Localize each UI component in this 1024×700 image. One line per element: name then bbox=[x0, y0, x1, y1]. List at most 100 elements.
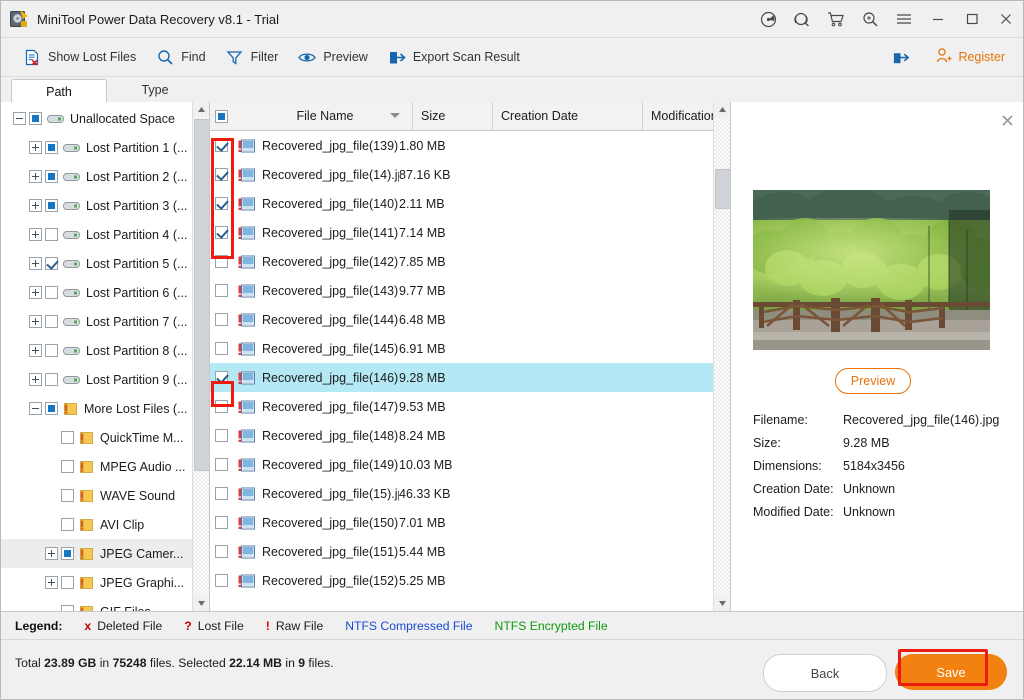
row-checkbox[interactable] bbox=[210, 429, 238, 442]
file-scroll-thumb[interactable] bbox=[715, 169, 730, 209]
column-header-file-name[interactable]: File Name bbox=[238, 102, 412, 130]
show-lost-files-button[interactable]: Show Lost Files bbox=[13, 38, 146, 76]
expand-icon[interactable] bbox=[29, 228, 42, 241]
table-row[interactable]: Recovered_jpg_file(146).... 9.28 MB bbox=[210, 363, 714, 392]
tree-item[interactable]: Lost Partition 2 (... bbox=[1, 162, 209, 191]
tree-item-checkbox[interactable] bbox=[45, 373, 58, 386]
tree-item[interactable]: More Lost Files (... bbox=[1, 394, 209, 423]
tree-item[interactable]: JPEG Graphi... bbox=[1, 568, 209, 597]
filter-button[interactable]: Filter bbox=[216, 38, 289, 76]
scroll-up-arrow[interactable] bbox=[193, 102, 209, 117]
table-row[interactable]: Recovered_jpg_file(142).... 7.85 MB bbox=[210, 247, 714, 276]
table-row[interactable]: Recovered_jpg_file(14).jpg 87.16 KB bbox=[210, 160, 714, 189]
tree-item-checkbox[interactable] bbox=[29, 112, 42, 125]
expand-icon[interactable] bbox=[29, 170, 42, 183]
tree-scrollbar[interactable] bbox=[192, 102, 209, 611]
tree-item[interactable]: Lost Partition 7 (... bbox=[1, 307, 209, 336]
preview-image-button[interactable]: Preview bbox=[835, 368, 911, 394]
maximize-button[interactable] bbox=[955, 2, 989, 36]
menu-icon[interactable] bbox=[887, 2, 921, 36]
row-checkbox[interactable] bbox=[210, 371, 238, 384]
expand-icon[interactable] bbox=[45, 547, 58, 560]
expand-icon[interactable] bbox=[29, 257, 42, 270]
tree-item-checkbox[interactable] bbox=[45, 315, 58, 328]
table-row[interactable]: Recovered_jpg_file(140).... 2.11 MB bbox=[210, 189, 714, 218]
table-row[interactable]: Recovered_jpg_file(151).... 5.44 MB bbox=[210, 537, 714, 566]
tree-item-checkbox[interactable] bbox=[45, 228, 58, 241]
tree-item[interactable]: Lost Partition 5 (... bbox=[1, 249, 209, 278]
export-scan-result-button[interactable]: Export Scan Result bbox=[378, 38, 530, 76]
tree-scroll-track[interactable] bbox=[193, 117, 209, 596]
row-checkbox[interactable] bbox=[210, 516, 238, 529]
expand-icon[interactable] bbox=[45, 576, 58, 589]
table-row[interactable]: Recovered_jpg_file(143).... 9.77 MB bbox=[210, 276, 714, 305]
tree-item[interactable]: QuickTime M... bbox=[1, 423, 209, 452]
tree-item-checkbox[interactable] bbox=[61, 460, 74, 473]
close-button[interactable] bbox=[989, 2, 1023, 36]
row-checkbox[interactable] bbox=[210, 255, 238, 268]
expand-icon[interactable] bbox=[29, 344, 42, 357]
table-row[interactable]: Recovered_jpg_file(144).... 6.48 MB bbox=[210, 305, 714, 334]
column-header-size[interactable]: Size bbox=[412, 102, 492, 130]
tree-item-checkbox[interactable] bbox=[61, 431, 74, 444]
file-scroll-track[interactable] bbox=[714, 117, 730, 596]
close-icon[interactable] bbox=[999, 112, 1015, 128]
expand-icon[interactable] bbox=[29, 373, 42, 386]
row-checkbox[interactable] bbox=[210, 197, 238, 210]
tree-item[interactable]: WAVE Sound bbox=[1, 481, 209, 510]
table-row[interactable]: Recovered_jpg_file(152).... 5.25 MB bbox=[210, 566, 714, 595]
column-header-creation-date[interactable]: Creation Date bbox=[492, 102, 642, 130]
expand-icon[interactable] bbox=[29, 286, 42, 299]
row-checkbox[interactable] bbox=[210, 226, 238, 239]
expand-icon[interactable] bbox=[29, 199, 42, 212]
scroll-down-arrow[interactable] bbox=[714, 596, 730, 611]
tree-scroll-thumb[interactable] bbox=[194, 119, 209, 471]
tree-item-checkbox[interactable] bbox=[45, 257, 58, 270]
cart-icon[interactable] bbox=[819, 2, 853, 36]
tree-item[interactable]: Lost Partition 9 (... bbox=[1, 365, 209, 394]
disk-scan-icon[interactable] bbox=[751, 2, 785, 36]
tree-item[interactable]: JPEG Camer... bbox=[1, 539, 209, 568]
row-checkbox[interactable] bbox=[210, 458, 238, 471]
share-button[interactable] bbox=[882, 38, 927, 76]
preview-button[interactable]: Preview bbox=[288, 38, 377, 76]
tree-item-checkbox[interactable] bbox=[45, 402, 58, 415]
row-checkbox[interactable] bbox=[210, 139, 238, 152]
tree-item[interactable]: Lost Partition 4 (... bbox=[1, 220, 209, 249]
tree-item-checkbox[interactable] bbox=[61, 518, 74, 531]
tree-item[interactable]: AVI Clip bbox=[1, 510, 209, 539]
support-icon[interactable] bbox=[785, 2, 819, 36]
tree-item[interactable]: Unallocated Space bbox=[1, 104, 209, 133]
tree-item-checkbox[interactable] bbox=[45, 170, 58, 183]
row-checkbox[interactable] bbox=[210, 168, 238, 181]
table-row[interactable]: Recovered_jpg_file(139).... 1.80 MB bbox=[210, 131, 714, 160]
row-checkbox[interactable] bbox=[210, 574, 238, 587]
table-row[interactable]: Recovered_jpg_file(147).... 9.53 MB bbox=[210, 392, 714, 421]
table-row[interactable]: Recovered_jpg_file(141).... 7.14 MB bbox=[210, 218, 714, 247]
tree-item-checkbox[interactable] bbox=[45, 199, 58, 212]
scroll-up-arrow[interactable] bbox=[714, 102, 730, 117]
row-checkbox[interactable] bbox=[210, 284, 238, 297]
tree-item[interactable]: MPEG Audio ... bbox=[1, 452, 209, 481]
table-row[interactable]: Recovered_jpg_file(148).... 8.24 MB bbox=[210, 421, 714, 450]
magnifier-icon[interactable] bbox=[853, 2, 887, 36]
tree-item-checkbox[interactable] bbox=[45, 141, 58, 154]
tab-type[interactable]: Type bbox=[107, 78, 203, 103]
file-list-scrollbar[interactable] bbox=[713, 102, 730, 611]
table-row[interactable]: Recovered_jpg_file(150).... 7.01 MB bbox=[210, 508, 714, 537]
tree-item[interactable]: Lost Partition 8 (... bbox=[1, 336, 209, 365]
row-checkbox[interactable] bbox=[210, 313, 238, 326]
back-button[interactable]: Back bbox=[763, 654, 887, 692]
table-row[interactable]: Recovered_jpg_file(149).... 10.03 MB bbox=[210, 450, 714, 479]
tree-item[interactable]: Lost Partition 1 (... bbox=[1, 133, 209, 162]
table-row[interactable]: Recovered_jpg_file(15).jpg 46.33 KB bbox=[210, 479, 714, 508]
find-button[interactable]: Find bbox=[146, 38, 215, 76]
collapse-icon[interactable] bbox=[29, 402, 42, 415]
minimize-button[interactable] bbox=[921, 2, 955, 36]
row-checkbox[interactable] bbox=[210, 400, 238, 413]
tree-item-checkbox[interactable] bbox=[61, 489, 74, 502]
tree-item-checkbox[interactable] bbox=[45, 344, 58, 357]
expand-icon[interactable] bbox=[29, 141, 42, 154]
collapse-icon[interactable] bbox=[13, 112, 26, 125]
tree-item[interactable]: GIF Files bbox=[1, 597, 209, 611]
